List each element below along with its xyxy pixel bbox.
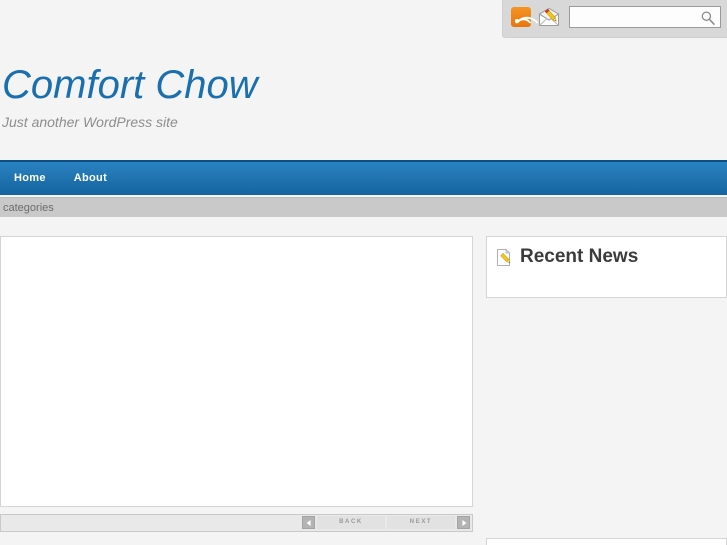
main-content-area bbox=[0, 236, 473, 507]
triangle-left-icon[interactable] bbox=[302, 516, 315, 529]
categories-bar: categories bbox=[0, 197, 727, 217]
primary-menu: Home About bbox=[0, 162, 727, 195]
post-pagination-controls: BACK NEXT bbox=[302, 516, 470, 529]
menu-link-home[interactable]: Home bbox=[0, 162, 60, 195]
search-submit-button[interactable] bbox=[700, 10, 716, 26]
menu-item-home[interactable]: Home bbox=[0, 162, 60, 195]
mail-pencil-svg bbox=[538, 7, 560, 26]
mail-pencil-icon[interactable] bbox=[538, 7, 560, 27]
site-title[interactable]: Comfort Chow bbox=[0, 60, 727, 110]
sidebar-secondary-widget bbox=[486, 538, 727, 545]
sidebar: Recent News bbox=[486, 236, 727, 298]
search-magnifier-icon bbox=[701, 11, 715, 25]
widget-recent-news: Recent News bbox=[486, 236, 727, 298]
rss-arc-large bbox=[515, 10, 540, 36]
site-branding: Comfort Chow Just another WordPress site bbox=[0, 60, 727, 130]
page-pencil-icon bbox=[496, 248, 513, 267]
site-description: Just another WordPress site bbox=[2, 114, 178, 130]
primary-navigation: Home About bbox=[0, 160, 727, 195]
search-input[interactable] bbox=[570, 7, 720, 27]
page-pencil-svg bbox=[497, 248, 511, 266]
top-utility-bar bbox=[502, 0, 727, 38]
triangle-right-icon[interactable] bbox=[457, 516, 470, 529]
top-utility-bar-inner bbox=[511, 3, 721, 36]
next-button[interactable]: NEXT bbox=[387, 516, 455, 529]
widget-title-recent-news: Recent News bbox=[496, 246, 638, 268]
menu-link-about[interactable]: About bbox=[60, 162, 121, 195]
search-box[interactable] bbox=[569, 6, 721, 28]
widget-title-text: Recent News bbox=[520, 246, 639, 267]
post-pagination-bar: BACK NEXT bbox=[0, 514, 473, 532]
categories-label[interactable]: categories bbox=[0, 202, 54, 214]
menu-item-about[interactable]: About bbox=[60, 162, 121, 195]
rss-icon[interactable] bbox=[511, 7, 540, 36]
back-button[interactable]: BACK bbox=[317, 516, 385, 529]
